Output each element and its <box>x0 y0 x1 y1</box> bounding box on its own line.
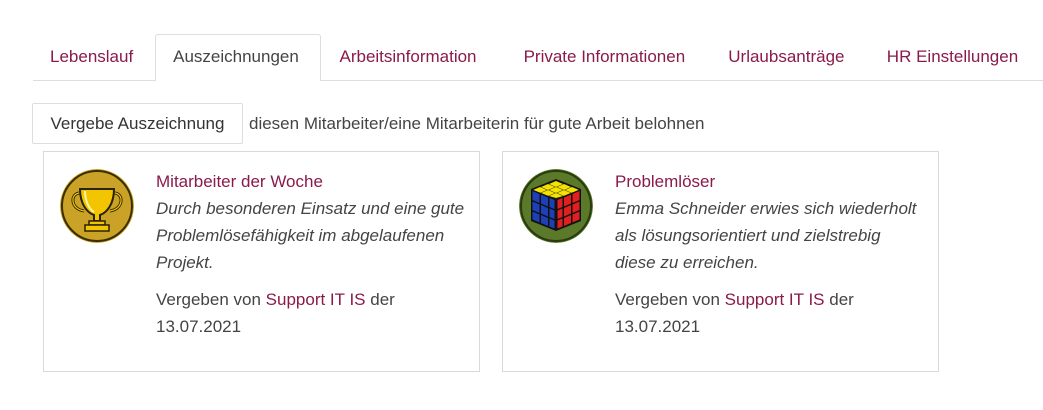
profile-tabs: Lebenslauf Auszeichnungen Arbeitsinforma… <box>33 34 1043 81</box>
award-description: Durch besonderen Einsatz und eine gute P… <box>156 199 465 272</box>
given-by-link[interactable]: Support IT IS <box>725 290 825 309</box>
award-date: 13.07.2021 <box>615 317 701 336</box>
award-card-body: Mitarbeiter der Woche Durch besonderen E… <box>156 169 466 340</box>
given-by-link[interactable]: Support IT IS <box>266 290 366 309</box>
tab-auszeichnungen[interactable]: Auszeichnungen <box>155 34 321 81</box>
tab-private-informationen[interactable]: Private Informationen <box>504 34 710 80</box>
give-award-hint: diesen Mitarbeiter/eine Mitarbeiterin fü… <box>249 114 705 133</box>
given-by-prefix: Vergeben von <box>615 290 720 309</box>
given-by-prefix: Vergeben von <box>156 290 261 309</box>
tab-urlaubsantraege[interactable]: Urlaubsanträge <box>709 34 866 80</box>
award-card: Problemlöser Emma Schneider erwies sich … <box>502 151 939 372</box>
award-description: Emma Schneider erwies sich wiederholt al… <box>615 199 917 272</box>
trophy-icon <box>60 169 134 243</box>
date-prefix: der <box>829 290 854 309</box>
employee-awards-page: Lebenslauf Auszeichnungen Arbeitsinforma… <box>0 0 1043 410</box>
award-meta: Vergeben von Support IT IS der 13.07.202… <box>156 286 466 340</box>
award-title-link[interactable]: Problemlöser <box>615 169 925 195</box>
award-card: Mitarbeiter der Woche Durch besonderen E… <box>43 151 480 372</box>
tab-hr-einstellungen[interactable]: HR Einstellungen <box>866 34 1043 80</box>
date-prefix: der <box>370 290 395 309</box>
tab-arbeitsinformation[interactable]: Arbeitsinformation <box>321 34 504 80</box>
give-award-button[interactable]: Vergebe Auszeichnung <box>32 103 243 144</box>
award-title-link[interactable]: Mitarbeiter der Woche <box>156 169 466 195</box>
rubiks-cube-icon <box>519 169 593 243</box>
award-date: 13.07.2021 <box>156 317 242 336</box>
tab-lebenslauf[interactable]: Lebenslauf <box>33 34 155 80</box>
award-card-body: Problemlöser Emma Schneider erwies sich … <box>615 169 925 340</box>
award-meta: Vergeben von Support IT IS der 13.07.202… <box>615 286 925 340</box>
